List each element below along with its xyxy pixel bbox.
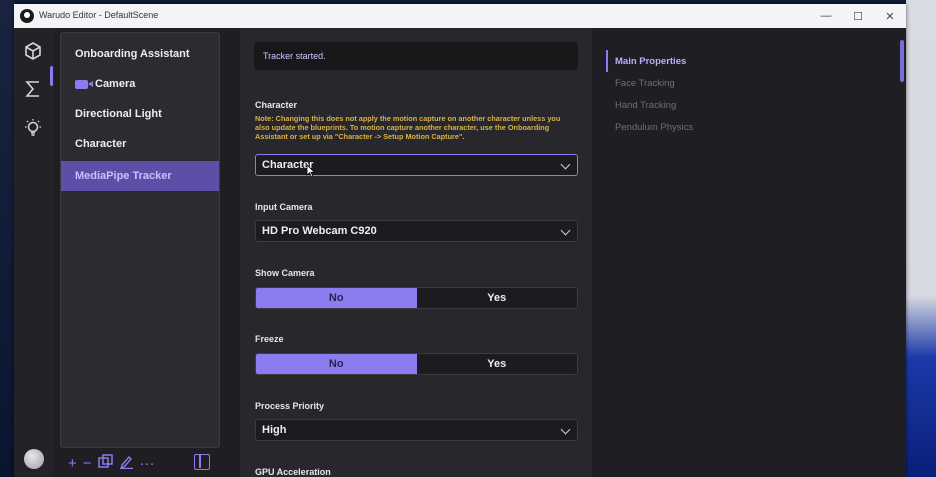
scene-toolbar: + − ··· (68, 453, 155, 473)
chevron-down-icon (560, 159, 571, 170)
sigma-icon[interactable] (22, 78, 44, 100)
rename-icon[interactable] (119, 454, 134, 473)
process-priority-value: High (262, 424, 287, 436)
show-camera-no-option[interactable]: No (256, 288, 417, 308)
lightbulb-icon[interactable] (22, 117, 44, 139)
scene-item-label: Onboarding Assistant (75, 48, 190, 60)
minimize-button[interactable]: — (811, 6, 841, 26)
app-logo-icon (20, 9, 34, 23)
scene-list: Onboarding Assistant Camera Directional … (60, 32, 220, 448)
remove-button[interactable]: − (83, 455, 92, 472)
chevron-down-icon (560, 225, 571, 236)
nav-pendulum-physics[interactable]: Pendulum Physics (606, 116, 786, 138)
titlebar: Warudo Editor - DefaultScene — ☐ ✕ (14, 4, 906, 28)
nav-hand-tracking[interactable]: Hand Tracking (606, 94, 786, 116)
more-button[interactable]: ··· (140, 455, 155, 472)
input-camera-value: HD Pro Webcam C920 (262, 225, 377, 237)
scene-item-label: Camera (95, 78, 136, 90)
process-priority-select[interactable]: High (255, 419, 578, 441)
camera-icon (75, 79, 93, 89)
properties-panel: Tracker started. Character Note: Changin… (240, 28, 592, 477)
scene-item-label: Character (75, 138, 127, 150)
show-camera-toggle: No Yes (255, 287, 578, 309)
freeze-label: Freeze (255, 334, 284, 344)
close-button[interactable]: ✕ (875, 6, 905, 26)
desktop-right-edge (906, 0, 936, 477)
scene-item-mediapipe-tracker[interactable]: MediaPipe Tracker (61, 161, 219, 191)
left-rail (14, 28, 54, 477)
status-message: Tracker started. (254, 42, 578, 70)
maximize-button[interactable]: ☐ (843, 6, 873, 26)
scrollbar[interactable] (900, 40, 904, 82)
input-camera-select[interactable]: HD Pro Webcam C920 (255, 220, 578, 242)
show-camera-yes-option[interactable]: Yes (416, 288, 577, 308)
scene-item-directional-light[interactable]: Directional Light (61, 99, 219, 129)
scene-item-camera[interactable]: Camera (61, 69, 219, 99)
gpu-acceleration-label: GPU Acceleration (255, 467, 331, 477)
show-camera-label: Show Camera (255, 268, 315, 278)
chevron-down-icon (560, 424, 571, 435)
avatar[interactable] (24, 449, 44, 469)
character-select[interactable]: Character (255, 154, 578, 176)
rail-active-indicator (50, 66, 53, 86)
section-nav: Main Properties Face Tracking Hand Track… (606, 50, 786, 138)
duplicate-icon[interactable] (97, 453, 113, 473)
scene-item-label: MediaPipe Tracker (75, 170, 172, 182)
scene-item-onboarding-assistant[interactable]: Onboarding Assistant (61, 39, 219, 69)
process-priority-label: Process Priority (255, 401, 325, 411)
add-button[interactable]: + (68, 455, 77, 472)
freeze-no-option[interactable]: No (256, 354, 417, 374)
scene-item-label: Directional Light (75, 108, 162, 120)
app-window: Warudo Editor - DefaultScene — ☐ ✕ Onboa… (14, 4, 906, 477)
desktop-left-edge (0, 0, 14, 477)
freeze-toggle: No Yes (255, 353, 578, 375)
scene-item-character[interactable]: Character (61, 129, 219, 159)
nav-face-tracking[interactable]: Face Tracking (606, 72, 786, 94)
mouse-cursor-icon (306, 164, 316, 178)
freeze-yes-option[interactable]: Yes (416, 354, 577, 374)
character-note: Note: Changing this does not apply the m… (255, 114, 561, 141)
nav-main-properties[interactable]: Main Properties (606, 50, 786, 72)
cube-icon[interactable] (22, 40, 44, 62)
window-title: Warudo Editor - DefaultScene (39, 10, 159, 20)
toggle-panel-icon[interactable] (194, 454, 210, 470)
input-camera-label: Input Camera (255, 202, 313, 212)
character-label: Character (255, 100, 298, 110)
